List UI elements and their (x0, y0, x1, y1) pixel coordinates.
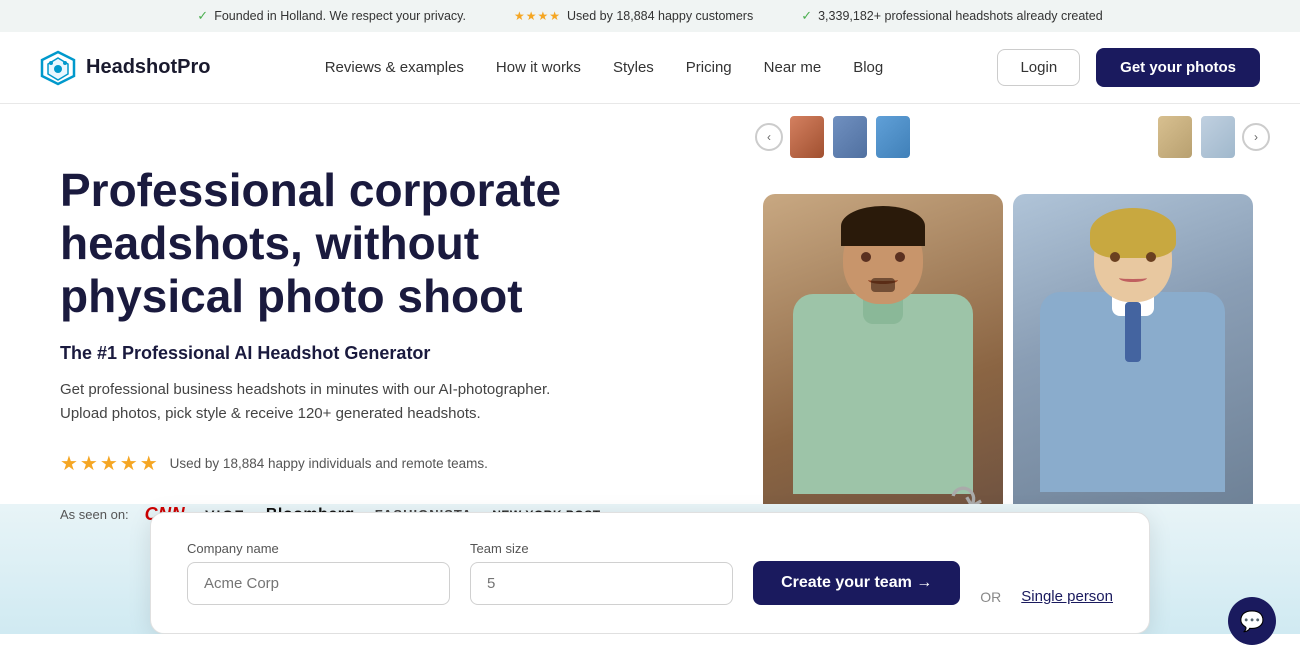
team-size-input[interactable] (470, 562, 733, 605)
create-team-button[interactable]: Create your team → (753, 561, 960, 605)
form-card: Company name Team size Create your team … (150, 512, 1150, 634)
top-banner: ✓ Founded in Holland. We respect your pr… (0, 0, 1300, 32)
banner-text-3: 3,339,182+ professional headshots alread… (818, 9, 1103, 23)
hero-description: Get professional business headshots in m… (60, 378, 560, 428)
nav-reviews[interactable]: Reviews & examples (325, 59, 464, 76)
thumb-3 (874, 114, 912, 160)
hero-subtitle: The #1 Professional AI Headshot Generato… (60, 343, 675, 364)
rating-stars: ★★★★★ (60, 451, 160, 476)
logo-icon (40, 50, 76, 86)
team-size-label: Team size (470, 541, 733, 556)
banner-text-2: Used by 18,884 happy customers (567, 9, 753, 23)
banner-item-3: ✓ 3,339,182+ professional headshots alre… (801, 8, 1102, 24)
thumb-strip-right: › (1156, 114, 1270, 160)
nav-how-it-works[interactable]: How it works (496, 59, 581, 76)
female-head (1094, 214, 1172, 302)
nav-actions: Login Get your photos (997, 48, 1260, 87)
female-figure (1013, 194, 1253, 534)
photo-female (1013, 194, 1253, 534)
male-head (843, 214, 923, 304)
company-name-group: Company name (187, 541, 450, 605)
logo-text: HeadshotPro (86, 56, 210, 79)
login-button[interactable]: Login (997, 49, 1080, 86)
nav-styles[interactable]: Styles (613, 59, 654, 76)
banner-stars: ★★★★ (514, 9, 561, 23)
check-icon-1: ✓ (197, 8, 208, 24)
hero-section: Professional corporate headshots, withou… (0, 104, 1300, 634)
chat-widget[interactable]: 💬 (1228, 597, 1276, 645)
check-icon-2: ✓ (801, 8, 812, 24)
male-hair (841, 206, 925, 246)
thumb-5 (1199, 114, 1237, 160)
thumb-2 (831, 114, 869, 160)
hero-title: Professional corporate headshots, withou… (60, 164, 640, 323)
thumb-1 (788, 114, 826, 160)
single-person-link[interactable]: Single person (1021, 588, 1113, 605)
chat-icon: 💬 (1240, 609, 1265, 634)
female-hair (1090, 208, 1176, 258)
female-smile (1119, 274, 1147, 282)
female-eye-right (1146, 252, 1156, 262)
team-size-group: Team size (470, 541, 733, 605)
female-eye-left (1110, 252, 1120, 262)
nav-links: Reviews & examples How it works Styles P… (325, 59, 884, 76)
get-photos-button[interactable]: Get your photos (1096, 48, 1260, 87)
rating-text: Used by 18,884 happy individuals and rem… (170, 456, 488, 471)
rating-row: ★★★★★ Used by 18,884 happy individuals a… (60, 451, 675, 476)
prev-arrow-left[interactable]: ‹ (755, 123, 783, 151)
female-suit (1040, 292, 1225, 492)
banner-text-1: Founded in Holland. We respect your priv… (214, 9, 466, 23)
company-name-input[interactable] (187, 562, 450, 605)
press-label: As seen on: (60, 507, 129, 522)
banner-item-2: ★★★★ Used by 18,884 happy customers (514, 9, 753, 23)
male-beard (871, 278, 895, 292)
male-eye-left (861, 252, 871, 262)
male-eye-right (895, 252, 905, 262)
photo-pair (763, 194, 1253, 534)
next-arrow-right[interactable]: › (1242, 123, 1270, 151)
female-tie (1125, 302, 1141, 362)
or-text: OR (980, 589, 1001, 605)
thumb-strip-left: ‹ (755, 114, 912, 160)
company-name-label: Company name (187, 541, 450, 556)
nav-near-me[interactable]: Near me (764, 59, 822, 76)
male-shirt (793, 294, 973, 494)
nav-blog[interactable]: Blog (853, 59, 883, 76)
logo[interactable]: HeadshotPro (40, 50, 210, 86)
nav-pricing[interactable]: Pricing (686, 59, 732, 76)
banner-item-1: ✓ Founded in Holland. We respect your pr… (197, 8, 466, 24)
navbar: HeadshotPro Reviews & examples How it wo… (0, 32, 1300, 104)
thumb-4 (1156, 114, 1194, 160)
